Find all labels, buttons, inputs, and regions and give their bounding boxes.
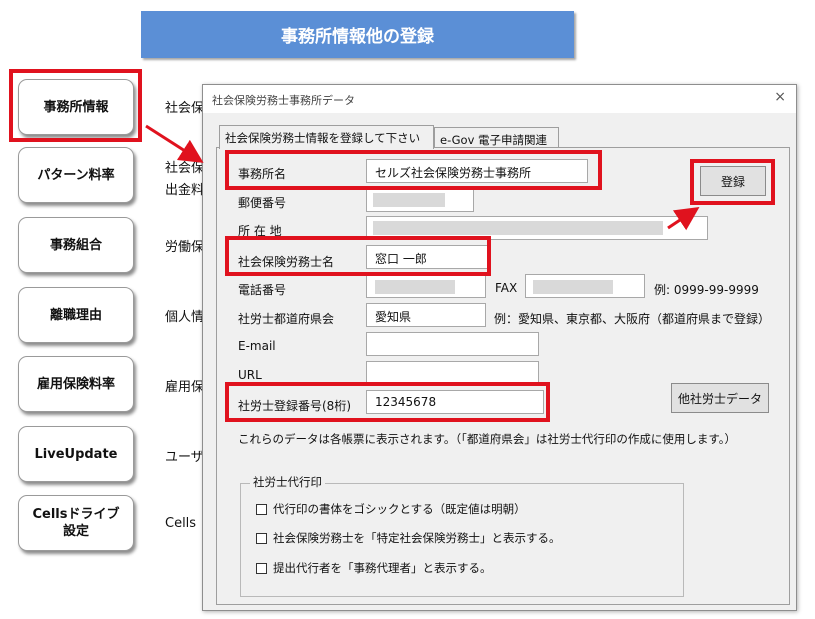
arrow-to-register-icon [667,207,700,231]
tab-sr-info-label: 社会保険労務士情報を登録して下さい [225,131,421,145]
annotation-arrows [145,124,700,231]
arrow-to-dialog-icon [145,124,204,163]
tab-sr-info[interactable]: 社会保険労務士情報を登録して下さい [219,125,434,149]
